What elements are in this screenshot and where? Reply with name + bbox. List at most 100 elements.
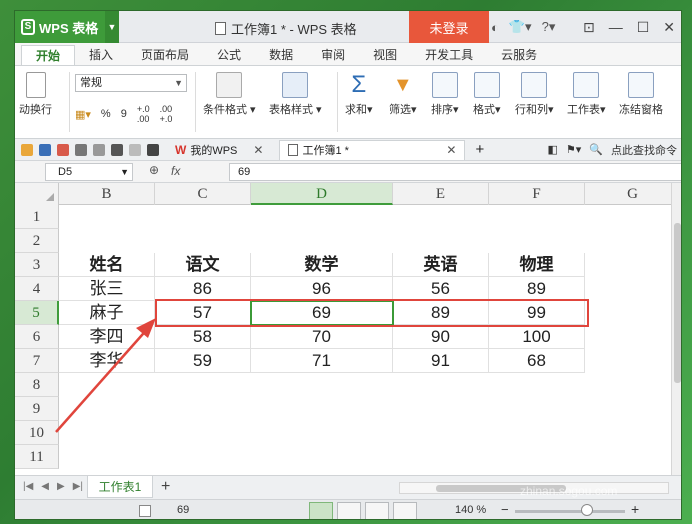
normal-view-icon[interactable] [309,502,333,519]
minimize-icon[interactable]: — [609,19,623,35]
flag-icon[interactable]: ⚑▾ [566,143,581,156]
undo-icon[interactable] [111,143,123,156]
column-header-g[interactable]: G [585,183,671,205]
cell-name-row5[interactable]: 麻子 [59,301,155,325]
next-sheet-icon[interactable]: ▶ [57,481,65,492]
save-icon[interactable] [39,143,51,156]
tab-cloud[interactable]: 云服务 [487,45,551,65]
cell-math-row6[interactable]: 70 [251,325,393,349]
name-box[interactable]: D5 ▼ [45,163,133,181]
row-header-4[interactable]: 4 [15,277,59,301]
cell-name-row6[interactable]: 李四 [59,325,155,349]
column-header-b[interactable]: B [59,183,155,205]
zoom-level[interactable]: 140 % [455,504,486,516]
command-search[interactable]: 点此查找命令 [611,142,677,158]
scroll-thumb[interactable] [674,223,681,383]
open-folder-icon[interactable] [21,143,33,156]
row-header-5[interactable]: 5 [15,301,59,325]
row-header-1[interactable]: 1 [15,205,59,229]
cell-english-row3[interactable]: 英语 [393,253,489,277]
prev-sheet-icon[interactable]: ◀ [41,481,49,492]
sort-button[interactable]: 排序▾ [431,72,459,117]
cell-physics-row7[interactable]: 68 [489,349,585,373]
restore-ribbon-icon[interactable]: ⊡ [583,19,595,36]
freeze-panes-button[interactable]: 冻结窗格 [619,72,663,117]
row-header-3[interactable]: 3 [15,253,59,277]
zoom-in-icon[interactable]: + [631,501,639,517]
maximize-icon[interactable]: ☐ [637,19,650,36]
reading-view-icon[interactable] [393,502,417,519]
thousands-button[interactable]: 9 [121,108,127,120]
table-style-button[interactable]: 表格样式 ▾ [269,72,322,117]
cell-english-row7[interactable]: 91 [393,349,489,373]
preview-icon[interactable] [93,143,105,156]
cell-name-row4[interactable]: 张三 [59,277,155,301]
row-header-6[interactable]: 6 [15,325,59,349]
row-header-9[interactable]: 9 [15,397,59,421]
row-column-button[interactable]: 行和列▾ [515,72,554,117]
zoom-formula-icon[interactable]: ⊕ [149,163,159,177]
cell-english-row4[interactable]: 56 [393,277,489,301]
cell-english-row6[interactable]: 90 [393,325,489,349]
print-icon[interactable] [75,143,87,156]
tab-formulas[interactable]: 公式 [203,45,255,65]
decrease-decimal-icon[interactable]: .00 +.0 [160,104,173,124]
number-format-select[interactable]: 常规 ▼ [75,74,187,92]
filter-button[interactable]: ▼ 筛选▾ [389,72,417,117]
row-header-10[interactable]: 10 [15,421,59,445]
add-sheet-icon[interactable]: + [161,478,170,496]
pdf-icon[interactable] [57,143,69,156]
cell-chinese-row7[interactable]: 59 [155,349,251,373]
row-header-2[interactable]: 2 [15,229,59,253]
new-tab-icon[interactable]: + [475,141,484,158]
cell-math-row7[interactable]: 71 [251,349,393,373]
cell-chinese-row4[interactable]: 86 [155,277,251,301]
last-sheet-icon[interactable]: ▶| [73,481,83,492]
column-header-c[interactable]: C [155,183,251,205]
chevron-down-icon[interactable]: ▼ [105,11,119,43]
column-header-f[interactable]: F [489,183,585,205]
fx-icon[interactable]: fx [171,164,180,178]
column-header-d[interactable]: D [251,183,393,205]
tab-developer[interactable]: 开发工具 [411,45,487,65]
login-button[interactable]: 未登录 [409,11,489,43]
close-icon[interactable]: ✕ [253,143,263,157]
cell-physics-row6[interactable]: 100 [489,325,585,349]
tab-review[interactable]: 审阅 [307,45,359,65]
search-icon[interactable]: 🔍 [589,143,603,156]
cell-chinese-row6[interactable]: 58 [155,325,251,349]
tab-view[interactable]: 视图 [359,45,411,65]
help-icon[interactable]: ?▾ [542,19,556,35]
layout-view-icon[interactable] [365,502,389,519]
cell-physics-row4[interactable]: 89 [489,277,585,301]
tab-data[interactable]: 数据 [255,45,307,65]
tab-home[interactable]: 开始 [21,45,76,65]
sum-button[interactable]: Σ 求和▾ [345,72,373,117]
more-icon[interactable] [147,143,159,156]
close-icon[interactable]: ✕ [663,19,675,36]
row-header-8[interactable]: 8 [15,373,59,397]
first-sheet-icon[interactable]: |◀ [23,481,33,492]
worksheet-button[interactable]: 工作表▾ [567,72,606,117]
app-menu-button[interactable]: S WPS 表格 ▼ [15,11,119,43]
page-break-view-icon[interactable] [337,502,361,519]
skin-icon[interactable]: ◐ [491,20,499,35]
format-button[interactable]: 格式▾ [473,72,501,117]
sheet-tab-1[interactable]: 工作表1 [87,476,153,498]
close-icon[interactable]: ✕ [446,143,456,157]
tab-insert[interactable]: 插入 [75,45,127,65]
increase-decimal-icon[interactable]: +.0.00 [137,104,150,124]
zoom-slider[interactable] [515,510,625,513]
tab-page-layout[interactable]: 页面布局 [127,45,203,65]
wrap-text-button[interactable]: 动换行 [19,72,52,117]
cell-math-row4[interactable]: 96 [251,277,393,301]
conditional-format-button[interactable]: 条件格式 ▾ [203,72,256,117]
zoom-out-icon[interactable]: − [501,502,509,517]
formula-input[interactable]: 69 [229,163,681,181]
shirt-icon[interactable]: 👕▾ [509,19,532,35]
cell-name-row3[interactable]: 姓名 [59,253,155,277]
percent-button[interactable]: % [101,108,111,120]
redo-icon[interactable] [129,143,141,156]
column-header-e[interactable]: E [393,183,489,205]
cell-name-row7[interactable]: 李华 [59,349,155,373]
